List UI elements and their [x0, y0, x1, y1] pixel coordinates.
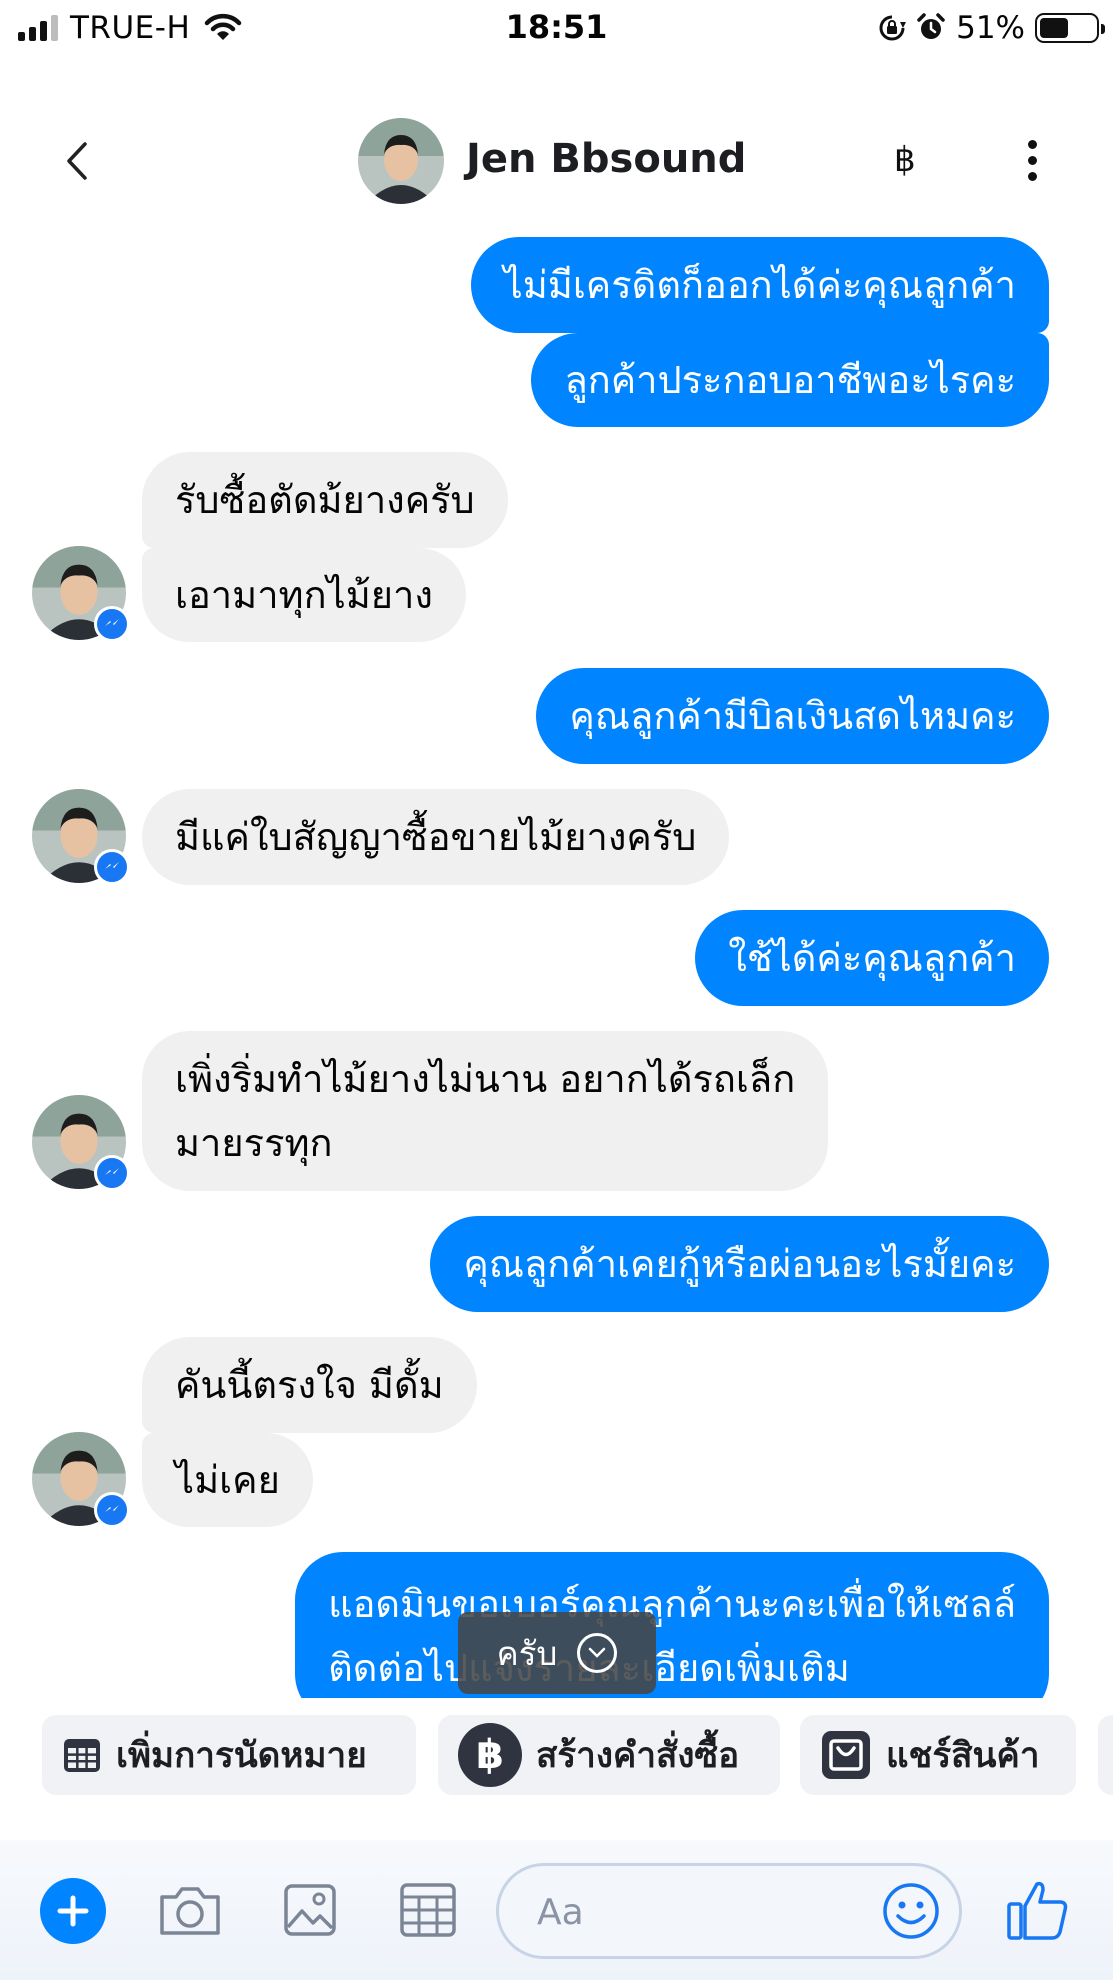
message-text-line: แอดมินขอเบอร์คุณลูกค้านะคะเพื่อให้เซลล์: [328, 1582, 1016, 1626]
contact-avatar[interactable]: [32, 1432, 130, 1528]
contact-avatar[interactable]: [358, 118, 444, 204]
message-text: คุณลูกค้ามีบิลเงินสดไหมคะ: [569, 694, 1016, 738]
battery-icon: [1035, 13, 1105, 43]
emoji-icon[interactable]: [881, 1881, 941, 1941]
message-text: มีแค่ใบสัญญาซื้อขายไม้ยางครับ: [175, 815, 697, 859]
contact-avatar[interactable]: [32, 1095, 130, 1191]
message-bubble-incoming[interactable]: ไม่เคย: [142, 1433, 313, 1527]
message-text-line: มายรรทุก: [175, 1121, 333, 1165]
message-text: ไม่มีเครดิตก็ออกได้ค่ะคุณลูกค้า: [503, 263, 1016, 307]
back-button[interactable]: [52, 136, 102, 186]
camera-icon: [160, 1887, 220, 1935]
messenger-icon: [94, 1492, 130, 1528]
message-bubble-outgoing[interactable]: คุณลูกค้ามีบิลเงินสดไหมคะ: [536, 668, 1049, 764]
thumbs-up-icon[interactable]: [1005, 1876, 1071, 1942]
chevron-down-icon: [577, 1633, 618, 1673]
back-icon: [67, 142, 87, 180]
calendar-button[interactable]: [396, 1880, 460, 1940]
chat-header: Jen Bbsound ฿: [0, 100, 1113, 230]
message-text: รับซื้อตัดม้ยางครับ: [175, 478, 475, 522]
shopping-bag-icon: [820, 1729, 872, 1781]
message-bubble-incoming[interactable]: รับซื้อตัดม้ยางครับ: [142, 452, 508, 548]
baht-icon: ฿: [894, 140, 916, 180]
message-text: ไม่เคย: [175, 1458, 280, 1502]
pill-label: ครับ: [496, 1633, 558, 1673]
message-text: ลูกค้าประกอบอาชีพอะไรคะ: [564, 358, 1016, 402]
battery-percent: 51%: [956, 10, 1025, 46]
messenger-icon: [94, 1155, 130, 1191]
message-bubble-outgoing[interactable]: แอดมินขอเบอร์คุณลูกค้านะคะเพื่อให้เซลล์ …: [295, 1552, 1049, 1698]
more-icon: [1027, 139, 1037, 149]
message-text-line: เพิ่งริ่มทำไม้ยางไม่นาน อยากได้รถเล็ก: [175, 1057, 796, 1101]
message-bubble-incoming[interactable]: คันนี้ตรงใจ มีดั้ม: [142, 1337, 477, 1433]
create-order-button[interactable]: ฿ สร้างคำสั่งซื้อ: [438, 1715, 780, 1795]
message-bubble-outgoing[interactable]: ลูกค้าประกอบอาชีพอะไรคะ: [531, 333, 1049, 427]
contact-avatar[interactable]: [32, 789, 130, 885]
calendar-icon: [400, 1883, 456, 1937]
alarm-icon: [917, 13, 945, 39]
baht-icon: ฿: [458, 1723, 522, 1787]
more-options-button[interactable]: [1016, 130, 1048, 190]
message-text: คันนี้ตรงใจ มีดั้ม: [175, 1363, 444, 1407]
action-label: เพิ่มการนัดหมาย: [116, 1735, 367, 1776]
message-bubble-incoming[interactable]: เอามาทุกไม้ยาง: [142, 548, 466, 642]
calendar-icon: [62, 1735, 102, 1775]
baht-button[interactable]: ฿: [894, 140, 916, 180]
message-input-field[interactable]: [496, 1863, 962, 1959]
message-composer: [0, 1840, 1113, 1980]
message-bubble-outgoing[interactable]: คุณลูกค้าเคยกู้หรือผ่อนอะไรมั้ยคะ: [430, 1216, 1049, 1312]
message-input[interactable]: [537, 1884, 857, 1940]
add-attachment-button[interactable]: [40, 1878, 106, 1944]
action-label: แชร์สินค้า: [886, 1735, 1040, 1776]
new-message-pill[interactable]: ครับ: [458, 1612, 656, 1694]
message-text-line: ติดต่อไปแจ้งรายละเอียดเพิ่มเติม: [328, 1636, 1016, 1698]
add-appointment-button[interactable]: เพิ่มการนัดหมาย: [42, 1715, 416, 1795]
share-product-button[interactable]: แชร์สินค้า: [800, 1715, 1076, 1795]
message-text: ใช้ได้ค่ะคุณลูกค้า: [728, 936, 1016, 980]
contact-name[interactable]: Jen Bbsound: [466, 136, 746, 182]
quick-actions-bar: เพิ่มการนัดหมาย ฿ สร้างคำสั่งซื้อ แชร์สิ…: [0, 1712, 1113, 1798]
more-actions-button[interactable]: [1098, 1715, 1113, 1795]
action-label: สร้างคำสั่งซื้อ: [536, 1735, 740, 1776]
message-bubble-incoming[interactable]: เพิ่งริ่มทำไม้ยางไม่นาน อยากได้รถเล็ก มา…: [142, 1031, 829, 1191]
message-bubble-incoming[interactable]: มีแค่ใบสัญญาซื้อขายไม้ยางครับ: [142, 789, 730, 885]
message-bubble-outgoing[interactable]: ใช้ได้ค่ะคุณลูกค้า: [695, 910, 1049, 1006]
camera-button[interactable]: [158, 1880, 222, 1940]
orientation-lock-icon: [879, 15, 907, 41]
image-icon: [284, 1884, 336, 1936]
contact-avatar[interactable]: [32, 546, 130, 642]
message-text: คุณลูกค้าเคยกู้หรือผ่อนอะไรมั้ยคะ: [463, 1242, 1016, 1286]
message-text: เอามาทุกไม้ยาง: [175, 573, 433, 617]
messenger-icon: [94, 849, 130, 885]
gallery-button[interactable]: [278, 1880, 342, 1940]
message-bubble-outgoing[interactable]: ไม่มีเครดิตก็ออกได้ค่ะคุณลูกค้า: [470, 237, 1049, 333]
plus-icon: [57, 1895, 89, 1927]
status-bar: TRUE-H 18:51 51%: [0, 0, 1113, 58]
messenger-icon: [94, 606, 130, 642]
